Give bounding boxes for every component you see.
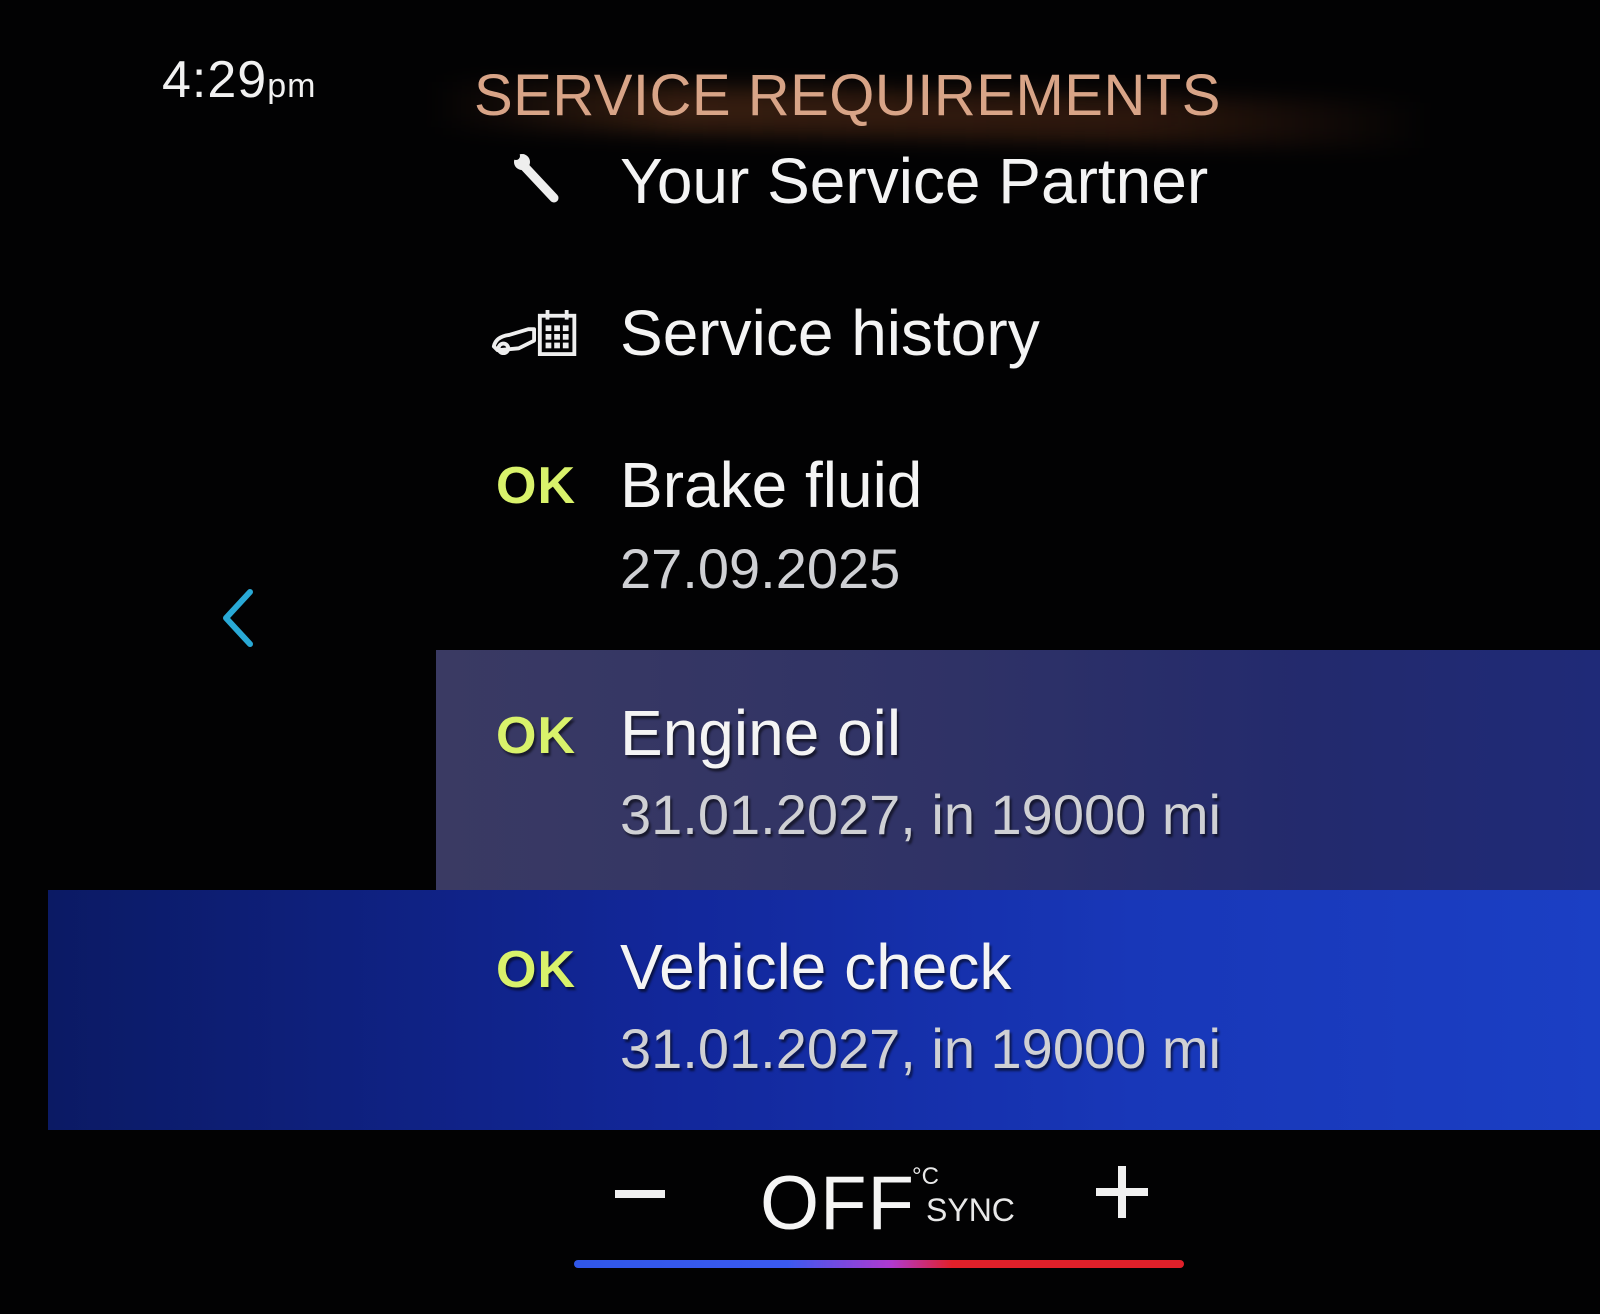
climate-bar: OFF °C SYNC <box>0 1150 1600 1270</box>
menu-item-label: Your Service Partner <box>620 145 1209 217</box>
clock-time: 4:29 <box>162 51 268 109</box>
minus-icon <box>615 1190 665 1198</box>
idrive-screen: 4:29pm SERVICE REQUIREMENTS Your Service… <box>0 0 1600 1314</box>
service-item-due: 31.01.2027, in 19000 mi <box>620 1017 1221 1080</box>
status-ok: OK <box>496 941 576 999</box>
menu-item-service-partner[interactable]: Your Service Partner <box>0 140 1600 220</box>
status-badge: OK <box>490 702 582 770</box>
service-item-brake-fluid[interactable]: OK Brake fluid 27.09.2025 <box>0 448 1600 608</box>
service-item-name: Engine oil <box>620 697 902 769</box>
service-history-icon <box>490 298 582 368</box>
service-item-due: 27.09.2025 <box>620 537 901 600</box>
service-item-name: Vehicle check <box>620 931 1012 1003</box>
temperature-value[interactable]: OFF <box>760 1160 915 1247</box>
service-item-due: 31.01.2027, in 19000 mi <box>620 783 1221 846</box>
menu-item-service-history[interactable]: Service history <box>0 290 1600 380</box>
temperature-gradient-bar <box>574 1260 1184 1268</box>
service-item-vehicle-check[interactable]: OK Vehicle check 31.01.2027, in 19000 mi <box>48 890 1600 1130</box>
clock: 4:29pm <box>162 50 316 110</box>
menu-item-label: Service history <box>620 297 1040 369</box>
status-ok: OK <box>496 457 576 515</box>
service-item-name: Brake fluid <box>620 449 923 521</box>
status-badge: OK <box>490 936 582 1004</box>
temperature-decrease-button[interactable] <box>612 1164 668 1224</box>
status-badge: OK <box>490 452 582 520</box>
status-ok: OK <box>496 707 576 765</box>
page-title: SERVICE REQUIREMENTS <box>474 63 1221 128</box>
sync-label[interactable]: SYNC <box>926 1192 1015 1229</box>
temperature-increase-button[interactable] <box>1094 1162 1154 1222</box>
clock-ampm: pm <box>267 67 317 105</box>
wrench-icon <box>490 148 582 212</box>
service-item-engine-oil[interactable]: OK Engine oil 31.01.2027, in 19000 mi <box>436 650 1600 890</box>
temperature-unit: °C <box>912 1163 939 1190</box>
